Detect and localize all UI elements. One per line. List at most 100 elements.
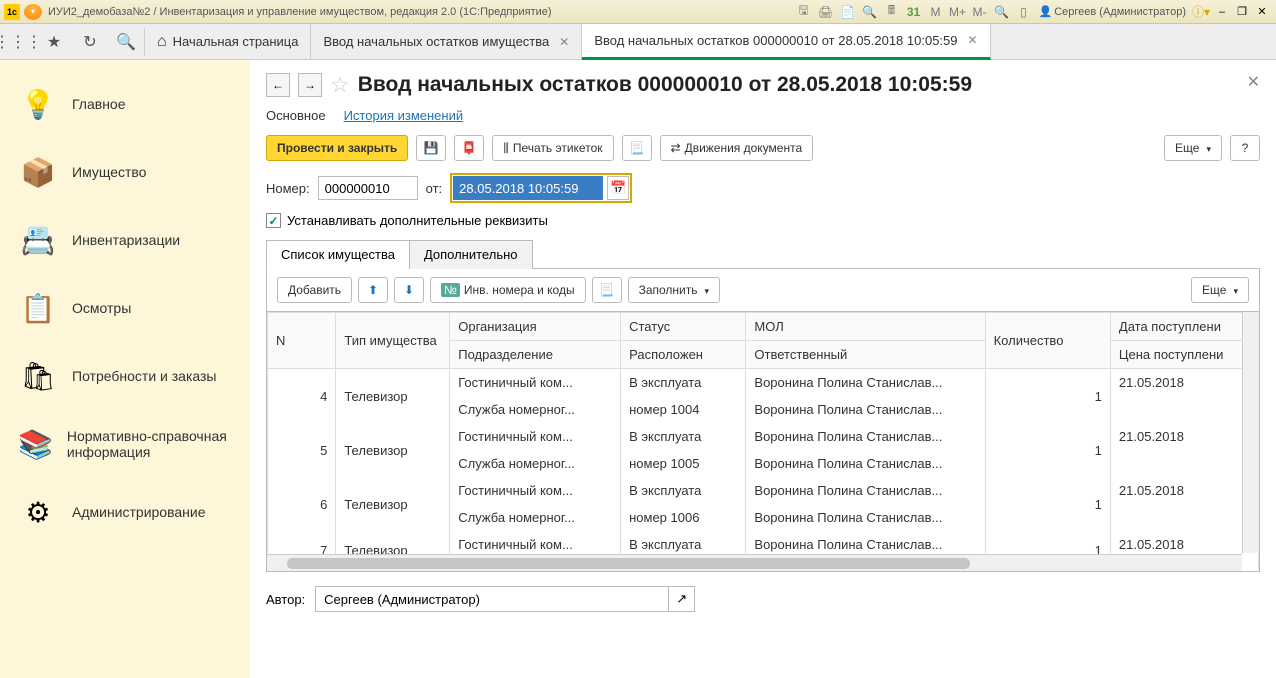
favorite-icon[interactable]: ★	[36, 24, 72, 60]
save-icon[interactable]: 🖫	[794, 2, 814, 22]
set-extra-checkbox[interactable]: ✓	[266, 213, 281, 228]
vertical-scrollbar[interactable]	[1242, 312, 1259, 553]
btn-label: Движения документа	[685, 141, 803, 155]
more-button[interactable]: Еще	[1164, 135, 1222, 161]
print-icon[interactable]: 🖨	[816, 2, 836, 22]
doc-icon[interactable]: 📄	[838, 2, 858, 22]
sidebar-label: Инвентаризации	[72, 232, 180, 248]
user-menu[interactable]: 👤 Сергеев (Администратор)	[1039, 5, 1186, 18]
col-type[interactable]: Тип имущества	[336, 313, 450, 369]
minimize-button[interactable]: –	[1212, 6, 1232, 18]
horizontal-scrollbar[interactable]	[267, 554, 1242, 571]
m-icon[interactable]: M	[926, 2, 946, 22]
post-and-close-button[interactable]: Провести и закрыть	[266, 135, 408, 161]
btn-label: Заполнить	[639, 283, 698, 297]
open-author-icon[interactable]: ↗	[668, 587, 694, 611]
sidebar-item-inspections[interactable]: 📋 Осмотры	[0, 274, 250, 342]
number-input[interactable]	[318, 176, 418, 200]
col-date[interactable]: Дата поступлени	[1110, 313, 1258, 341]
nav-forward-button[interactable]: →	[298, 73, 322, 97]
grid-tab-list[interactable]: Список имущества	[266, 240, 410, 269]
grid-tab-extra[interactable]: Дополнительно	[409, 240, 533, 269]
sidebar-label: Главное	[72, 96, 126, 112]
sidebar-item-main[interactable]: 💡 Главное	[0, 70, 250, 138]
calendar-picker-icon[interactable]: 📅	[607, 176, 629, 200]
table-row[interactable]: 4ТелевизорГостиничный ком...В эксплуатаВ…	[268, 369, 1259, 397]
user-name: Сергеев (Администратор)	[1054, 6, 1186, 18]
tab-label: Ввод начальных остатков 000000010 от 28.…	[594, 33, 957, 48]
move-down-button[interactable]: ⬇	[394, 277, 424, 303]
fill-button[interactable]: Заполнить	[628, 277, 720, 303]
calc-icon[interactable]: 🖩	[882, 2, 902, 22]
titlebar: 1c ▾ ИУИ2_демобаза№2 / Инвентаризация и …	[0, 0, 1276, 24]
app-menu-dropdown[interactable]: ▾	[24, 4, 42, 20]
sidebar-label: Администрирование	[72, 504, 206, 520]
sidebar-label: Имущество	[72, 164, 146, 180]
close-window-button[interactable]: ✕	[1252, 5, 1272, 18]
bag-icon: 🛍	[18, 356, 58, 396]
col-n[interactable]: N	[268, 313, 336, 369]
help-button[interactable]: ?	[1230, 135, 1260, 161]
sidebar-label: Нормативно-справочная информация	[67, 428, 232, 460]
col-org[interactable]: Организация	[450, 313, 621, 341]
sidebar: 💡 Главное 📦Имущество 📇 Инвентаризации 📋 Осм…	[0, 60, 250, 678]
tab-home[interactable]: Начальная страница	[145, 24, 311, 60]
close-icon[interactable]: ✕	[968, 33, 978, 47]
doc-movements-button[interactable]: ⇄Движения документа	[660, 135, 814, 161]
add-row-button[interactable]: Добавить	[277, 277, 352, 303]
tab-input-balances[interactable]: Ввод начальных остатков имущества ✕	[311, 24, 582, 60]
sidebar-item-reference[interactable]: 📚 Нормативно-справочная информация	[0, 410, 250, 478]
tab-document-active[interactable]: Ввод начальных остатков 000000010 от 28.…	[582, 24, 990, 60]
close-icon[interactable]: ✕	[559, 35, 569, 49]
history-icon[interactable]: ↻	[72, 24, 108, 60]
print-labels-button[interactable]: ⫼Печать этикеток	[492, 135, 613, 161]
table-row[interactable]: 6ТелевизорГостиничный ком...В эксплуатаВ…	[268, 477, 1259, 504]
set-extra-label: Устанавливать дополнительные реквизиты	[287, 213, 548, 228]
apps-icon[interactable]: ⋮⋮⋮	[0, 24, 36, 60]
calendar-icon[interactable]: 31	[904, 2, 924, 22]
sidebar-label: Осмотры	[72, 300, 131, 316]
col-status-sub[interactable]: Расположен	[621, 341, 746, 369]
date-input[interactable]	[453, 176, 603, 200]
maximize-button[interactable]: ❐	[1232, 5, 1252, 18]
lamp-icon: 💡	[18, 84, 58, 124]
sidebar-item-admin[interactable]: ⚙ Администрирование	[0, 478, 250, 546]
col-price[interactable]: Цена поступлени	[1110, 341, 1258, 369]
page-tab-main[interactable]: Основное	[266, 108, 326, 123]
tab-label: Ввод начальных остатков имущества	[323, 34, 549, 49]
sidebar-item-inventory[interactable]: 📇 Инвентаризации	[0, 206, 250, 274]
move-up-button[interactable]: ⬆	[358, 277, 388, 303]
search-tab-icon[interactable]: 🔍	[108, 24, 144, 60]
col-status[interactable]: Статус	[621, 313, 746, 341]
col-mol[interactable]: МОЛ	[746, 313, 985, 341]
inv-numbers-button[interactable]: №Инв. номера и коды	[430, 277, 586, 303]
clipboard-icon: 📋	[18, 288, 58, 328]
m-minus-icon[interactable]: M-	[970, 2, 990, 22]
m-plus-icon[interactable]: M+	[948, 2, 968, 22]
sidebar-item-property[interactable]: 📦Имущество	[0, 138, 250, 206]
table-row[interactable]: 5ТелевизорГостиничный ком...В эксплуатаВ…	[268, 423, 1259, 450]
save-doc-button[interactable]: 💾	[416, 135, 446, 161]
post-doc-button[interactable]: 📮	[454, 135, 484, 161]
zoom-icon[interactable]: 🔍	[992, 2, 1012, 22]
star-icon[interactable]: ☆	[330, 72, 350, 98]
date-label: от:	[426, 181, 443, 196]
gear-icon: ⚙	[18, 492, 58, 532]
info-icon[interactable]: ⓘ▾	[1191, 2, 1211, 22]
report-button[interactable]: 📃	[622, 135, 652, 161]
grid-more-button[interactable]: Еще	[1191, 277, 1249, 303]
page-tab-history[interactable]: История изменений	[344, 108, 464, 123]
nav-back-button[interactable]: ←	[266, 73, 290, 97]
close-page-button[interactable]: ✕	[1247, 72, 1260, 92]
col-qty[interactable]: Количество	[985, 313, 1110, 369]
compare-icon[interactable]: 🔍	[860, 2, 880, 22]
col-mol-sub[interactable]: Ответственный	[746, 341, 985, 369]
panel-icon[interactable]: ▯	[1014, 2, 1034, 22]
cards-icon: 📇	[18, 220, 58, 260]
col-org-sub[interactable]: Подразделение	[450, 341, 621, 369]
sidebar-item-orders[interactable]: 🛍Потребности и заказы	[0, 342, 250, 410]
author-input[interactable]	[316, 587, 668, 611]
books-icon: 📚	[18, 424, 53, 464]
list-view-button[interactable]: 📃	[592, 277, 622, 303]
author-label: Автор:	[266, 592, 305, 607]
